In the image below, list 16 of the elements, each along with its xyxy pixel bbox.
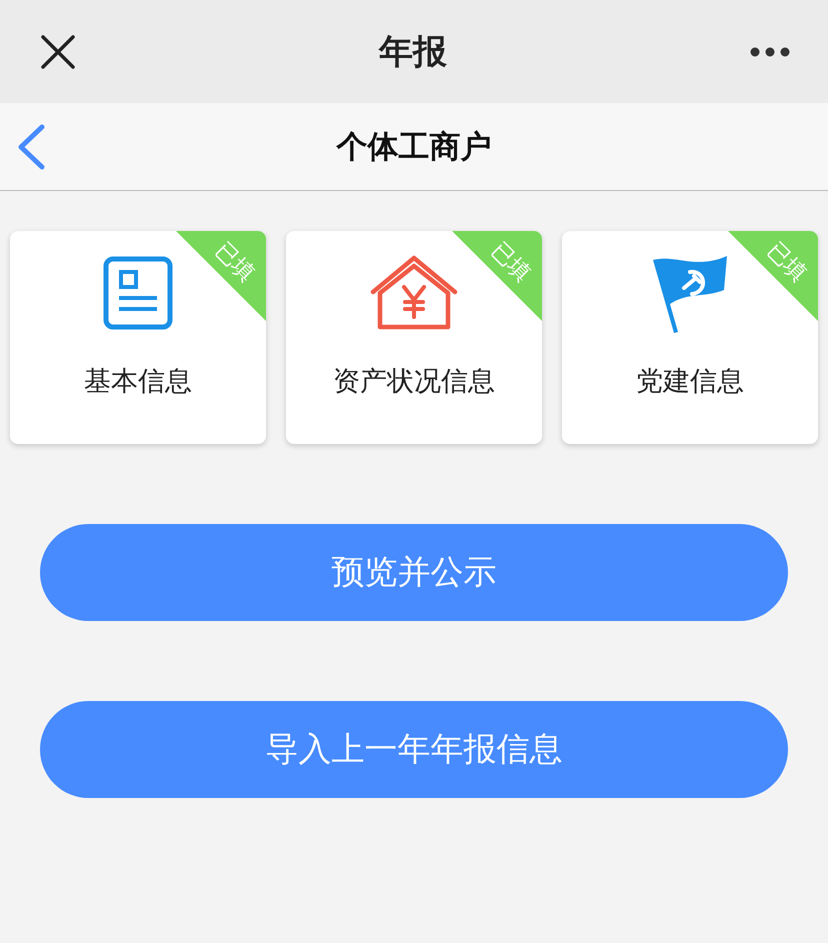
filled-badge: 已填	[452, 231, 542, 321]
document-icon	[103, 256, 173, 330]
back-icon[interactable]	[16, 124, 46, 170]
category-card[interactable]: 党建信息 已填	[562, 231, 818, 444]
category-card[interactable]: 基本信息 已填	[10, 231, 266, 444]
card-label: 基本信息	[84, 365, 192, 399]
card-label: 党建信息	[636, 365, 744, 399]
card-label: 资产状况信息	[333, 365, 495, 399]
more-icon[interactable]	[750, 46, 790, 56]
filled-badge: 已填	[728, 231, 818, 321]
window-title: 年报	[379, 30, 447, 74]
page-title: 个体工商户	[335, 128, 492, 166]
close-icon[interactable]	[40, 34, 76, 70]
house-yen-icon	[370, 255, 458, 331]
category-card[interactable]: 资产状况信息 已填	[286, 231, 542, 444]
filled-badge: 已填	[176, 231, 266, 321]
